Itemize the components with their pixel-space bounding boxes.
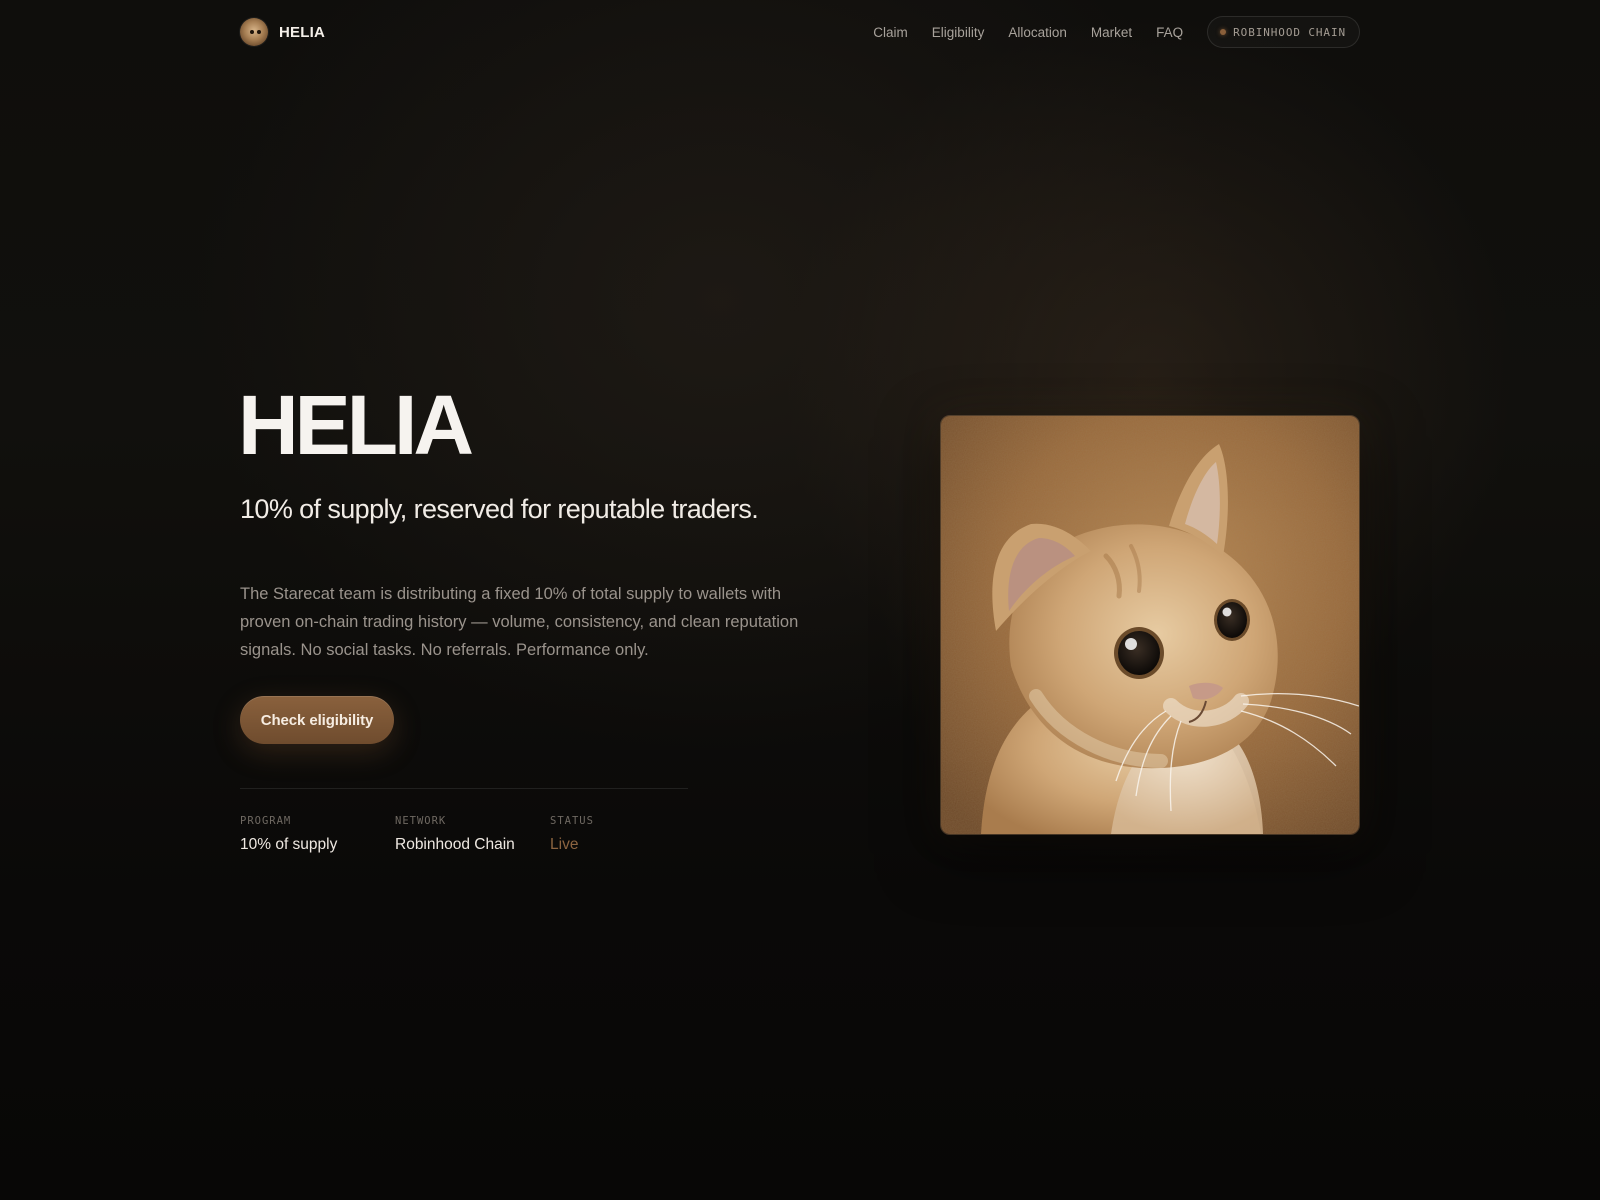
stat-value-program: 10% of supply xyxy=(240,836,338,853)
stat-status: STATUS Live xyxy=(550,815,670,854)
divider xyxy=(240,788,688,789)
brand[interactable]: HELIA xyxy=(240,18,325,46)
nav-link-faq[interactable]: FAQ xyxy=(1156,25,1183,40)
nav-link-allocation[interactable]: Allocation xyxy=(1008,25,1067,40)
stat-label-status: STATUS xyxy=(550,815,594,827)
hero-title: HELIA xyxy=(238,378,474,472)
status-dot-icon xyxy=(1220,29,1227,35)
check-eligibility-button[interactable]: Check eligibility xyxy=(240,696,394,744)
nav-links: Claim Eligibility Allocation Market FAQ xyxy=(873,25,1183,40)
hero-subtitle: 10% of supply, reserved for reputable tr… xyxy=(240,494,759,524)
network-badge[interactable]: ROBINHOOD CHAIN xyxy=(1207,16,1360,48)
cat-avatar-icon xyxy=(240,18,268,46)
nav-link-market[interactable]: Market xyxy=(1091,25,1132,40)
hero-description: The Starecat team is distributing a fixe… xyxy=(240,585,799,659)
network-badge-label: ROBINHOOD CHAIN xyxy=(1233,25,1346,39)
page: HELIA Claim Eligibility Allocation Marke… xyxy=(0,0,1600,1200)
stat-value-network: Robinhood Chain xyxy=(395,836,515,853)
stat-program: PROGRAM 10% of supply xyxy=(240,815,395,854)
stat-label-network: NETWORK xyxy=(395,815,447,827)
nav-link-claim[interactable]: Claim xyxy=(873,25,908,40)
cat-illustration xyxy=(941,416,1359,834)
nav-right: Claim Eligibility Allocation Market FAQ … xyxy=(873,16,1360,48)
starecat-image xyxy=(940,415,1360,835)
nav-link-eligibility[interactable]: Eligibility xyxy=(932,25,985,40)
top-nav: HELIA Claim Eligibility Allocation Marke… xyxy=(240,14,1360,50)
stat-network: NETWORK Robinhood Chain xyxy=(395,815,550,854)
stats-row: PROGRAM 10% of supply NETWORK Robinhood … xyxy=(240,815,670,854)
status-badge: Live xyxy=(550,836,579,853)
brand-name: HELIA xyxy=(279,23,325,41)
stat-label-program: PROGRAM xyxy=(240,815,292,827)
